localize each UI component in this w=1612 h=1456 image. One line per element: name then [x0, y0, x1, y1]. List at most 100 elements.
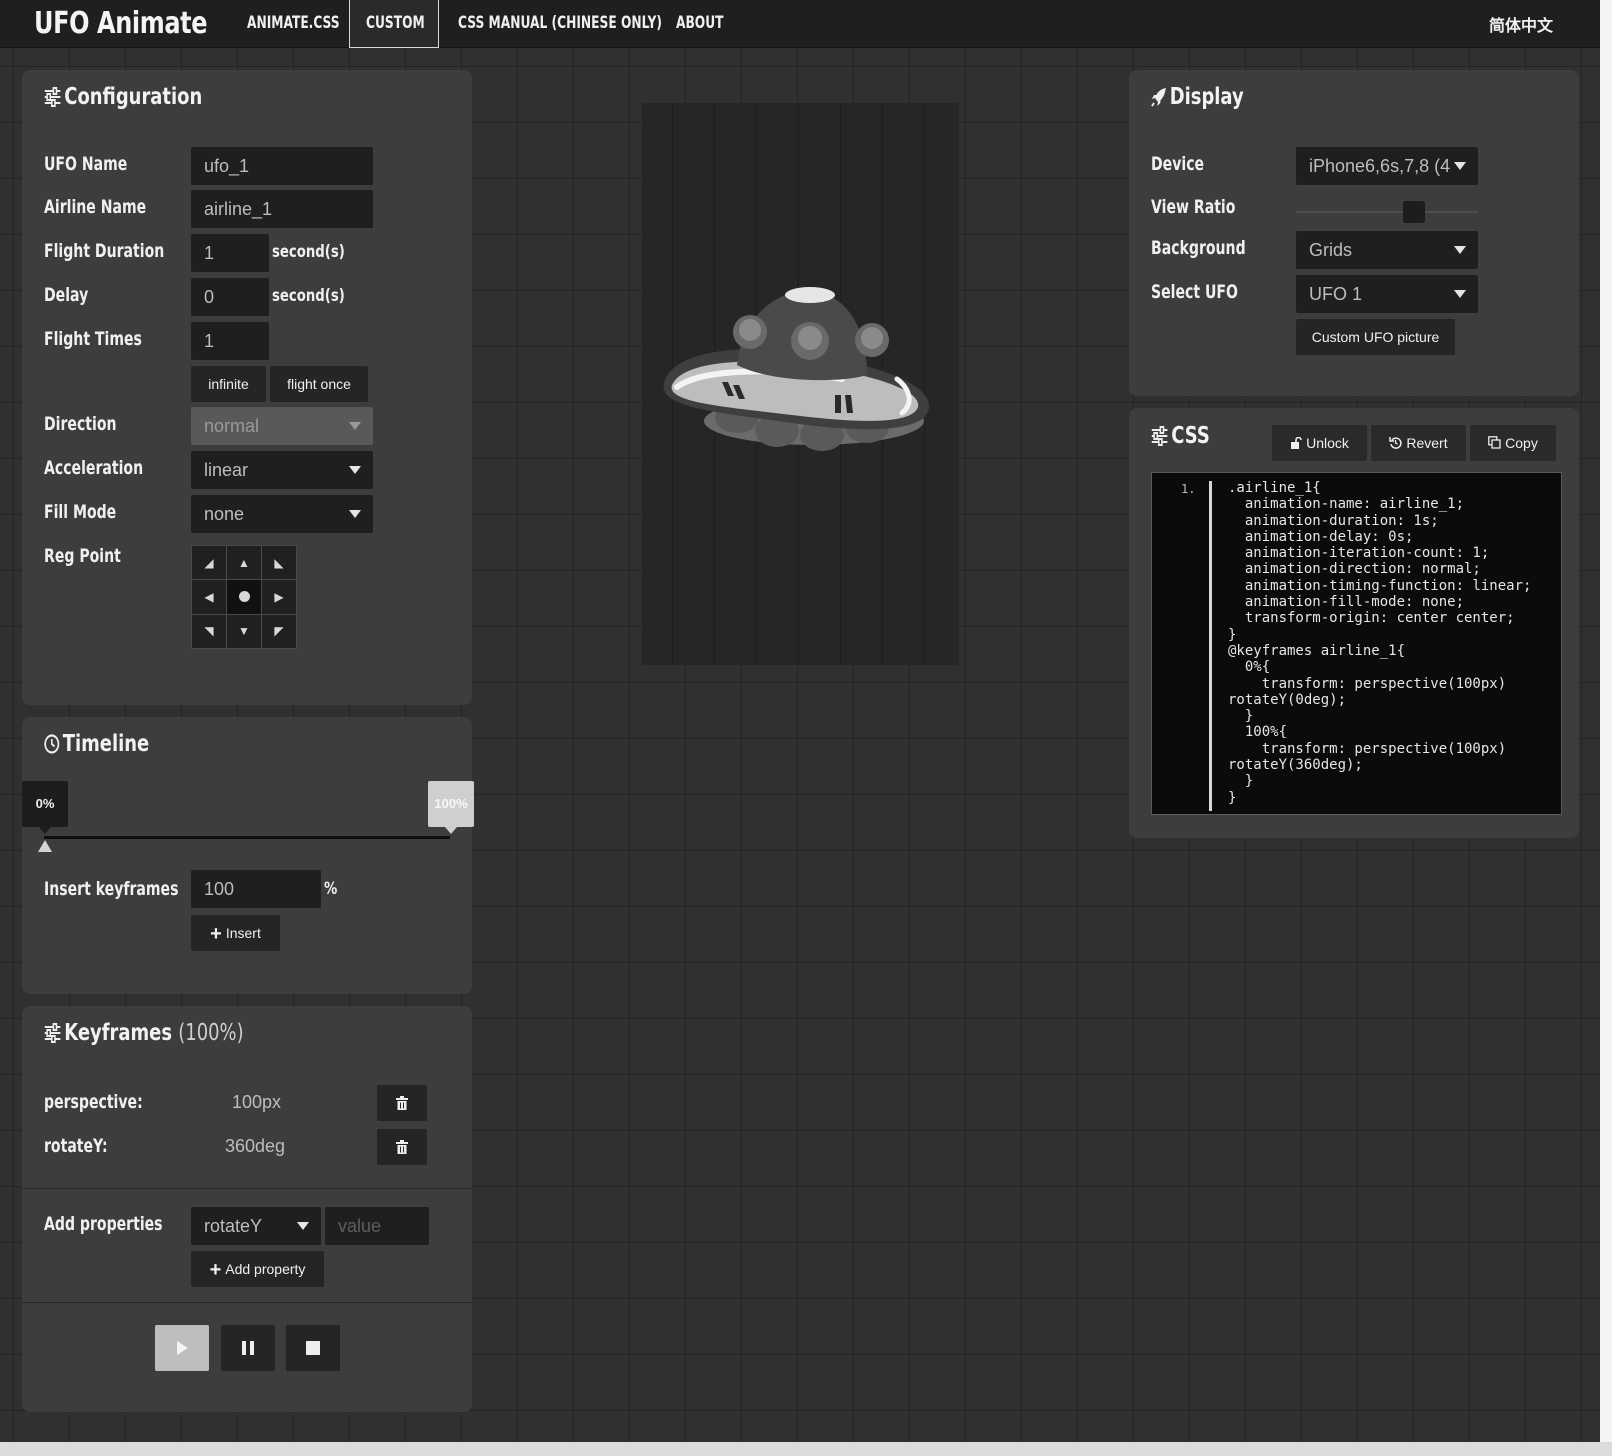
- ufo-image[interactable]: [642, 283, 959, 483]
- infinite-button[interactable]: infinite: [191, 366, 266, 402]
- ufo-name-input[interactable]: ufo_1: [191, 147, 373, 185]
- delay-unit: second(s): [272, 286, 345, 306]
- reg-point-top-left[interactable]: ◢: [192, 546, 226, 580]
- revert-button[interactable]: Revert: [1371, 425, 1466, 461]
- flight-times-input[interactable]: 1: [191, 322, 269, 360]
- reg-point-bottom-right[interactable]: ◤: [262, 614, 296, 648]
- chevron-down-icon: [349, 466, 361, 474]
- app-root: UFO Animate ANIMATE.CSS CUSTOM CSS MANUA…: [0, 0, 1600, 1442]
- timeline-panel: [22, 717, 472, 994]
- acceleration-label: Acceleration: [44, 457, 144, 479]
- unlock-button[interactable]: Unlock: [1272, 425, 1367, 461]
- timeline-playhead[interactable]: [38, 840, 52, 852]
- nav-custom[interactable]: CUSTOM: [366, 0, 425, 48]
- css-title-text: CSS: [1171, 423, 1210, 449]
- configuration-title-text: Configuration: [64, 84, 203, 110]
- configuration-title: Configuration: [44, 84, 202, 110]
- unlock-label: Unlock: [1306, 435, 1349, 451]
- view-ratio-track[interactable]: [1296, 211, 1478, 213]
- flight-times-label: Flight Times: [44, 328, 142, 350]
- reg-point-center[interactable]: [227, 580, 261, 614]
- playback-divider: [22, 1302, 472, 1303]
- background-select[interactable]: Grids: [1296, 231, 1478, 269]
- timeline-track[interactable]: [44, 836, 450, 839]
- revert-label: Revert: [1406, 435, 1448, 451]
- add-property-value-input[interactable]: value: [325, 1207, 429, 1245]
- css-title: CSS: [1151, 423, 1210, 449]
- select-ufo-label: Select UFO: [1151, 281, 1238, 303]
- language-switch[interactable]: 简体中文: [1489, 12, 1553, 36]
- reg-point-top-right[interactable]: ◣: [262, 546, 296, 580]
- view-ratio-label: View Ratio: [1151, 196, 1236, 218]
- flight-once-button[interactable]: flight once: [270, 366, 368, 402]
- page-edge-bottom: [0, 1442, 1612, 1456]
- timeline-title: Timeline: [44, 731, 149, 757]
- fill-mode-select[interactable]: none: [191, 495, 373, 533]
- revert-icon: [1389, 437, 1403, 449]
- plus-icon: +: [210, 923, 222, 945]
- sliders-icon: [1151, 426, 1168, 446]
- copy-icon: [1488, 436, 1501, 449]
- ufo-name-label: UFO Name: [44, 153, 128, 175]
- trash-icon: [396, 1140, 408, 1154]
- play-icon: [177, 1341, 188, 1355]
- delay-input[interactable]: 0: [191, 278, 269, 316]
- add-property-button-label: Add property: [225, 1261, 306, 1277]
- copy-label: Copy: [1505, 435, 1538, 451]
- custom-ufo-picture-button[interactable]: Custom UFO picture: [1296, 319, 1455, 355]
- preview-stage: [642, 103, 959, 665]
- sliders-icon: [44, 1023, 61, 1043]
- nav-about[interactable]: ABOUT: [676, 0, 723, 48]
- line-number: 1.: [1181, 482, 1196, 496]
- add-property-button[interactable]: + Add property: [191, 1251, 324, 1287]
- fill-mode-value: none: [204, 504, 245, 524]
- css-code[interactable]: .airline_1{ animation-name: airline_1; a…: [1228, 480, 1531, 806]
- brand-logo[interactable]: UFO Animate: [34, 6, 207, 41]
- delete-perspective-button[interactable]: [377, 1085, 427, 1121]
- device-label: Device: [1151, 153, 1205, 175]
- timeline-end-marker[interactable]: 100%: [428, 781, 474, 834]
- view-ratio-thumb[interactable]: [1403, 201, 1425, 223]
- rocket-icon: [1151, 88, 1166, 107]
- nav-animate-css[interactable]: ANIMATE.CSS: [247, 0, 340, 48]
- chevron-down-icon: [1454, 162, 1466, 170]
- chevron-down-icon: [1454, 246, 1466, 254]
- background-label: Background: [1151, 237, 1246, 259]
- direction-value: normal: [204, 416, 260, 436]
- top-navbar: UFO Animate ANIMATE.CSS CUSTOM CSS MANUA…: [0, 0, 1600, 48]
- property-value-perspective: 100px: [232, 1092, 282, 1112]
- delete-rotatey-button[interactable]: [377, 1129, 427, 1165]
- plus-icon: +: [209, 1259, 222, 1281]
- airline-name-input[interactable]: airline_1: [191, 190, 373, 228]
- nav-css-manual[interactable]: CSS MANUAL (CHINESE ONLY): [458, 0, 662, 48]
- reg-point-bottom[interactable]: ▼: [227, 614, 261, 648]
- copy-button[interactable]: Copy: [1470, 425, 1556, 461]
- pause-button[interactable]: [221, 1325, 275, 1371]
- reg-point-top[interactable]: ▲: [227, 546, 261, 580]
- reg-point-left[interactable]: ◀: [192, 580, 226, 614]
- keyframes-title: Keyframes (100%): [44, 1020, 244, 1046]
- select-ufo-select[interactable]: UFO 1: [1296, 275, 1478, 313]
- flight-duration-input[interactable]: 1: [191, 234, 269, 272]
- chevron-down-icon: [1454, 290, 1466, 298]
- keyframes-title-text: Keyframes: [64, 1020, 173, 1046]
- stop-icon: [306, 1341, 320, 1355]
- display-title-text: Display: [1169, 84, 1244, 110]
- insert-keyframe-input[interactable]: 100: [191, 870, 321, 908]
- css-code-editor[interactable]: 1. .airline_1{ animation-name: airline_1…: [1151, 472, 1562, 815]
- play-button[interactable]: [155, 1325, 209, 1371]
- acceleration-select[interactable]: linear: [191, 451, 373, 489]
- clock-icon: [44, 734, 60, 754]
- flight-duration-unit: second(s): [272, 242, 345, 262]
- stop-button[interactable]: [286, 1325, 340, 1371]
- direction-select[interactable]: normal: [191, 407, 373, 445]
- insert-button[interactable]: + Insert: [191, 915, 280, 951]
- fill-mode-label: Fill Mode: [44, 501, 117, 523]
- timeline-title-text: Timeline: [62, 731, 150, 757]
- reg-point-right[interactable]: ▶: [262, 580, 296, 614]
- airline-name-label: Airline Name: [44, 196, 147, 218]
- add-property-select[interactable]: rotateY: [191, 1207, 321, 1245]
- timeline-start-marker[interactable]: 0%: [22, 781, 68, 834]
- device-select[interactable]: iPhone6,6s,7,8 (4: [1296, 147, 1478, 185]
- reg-point-bottom-left[interactable]: ◥: [192, 614, 226, 648]
